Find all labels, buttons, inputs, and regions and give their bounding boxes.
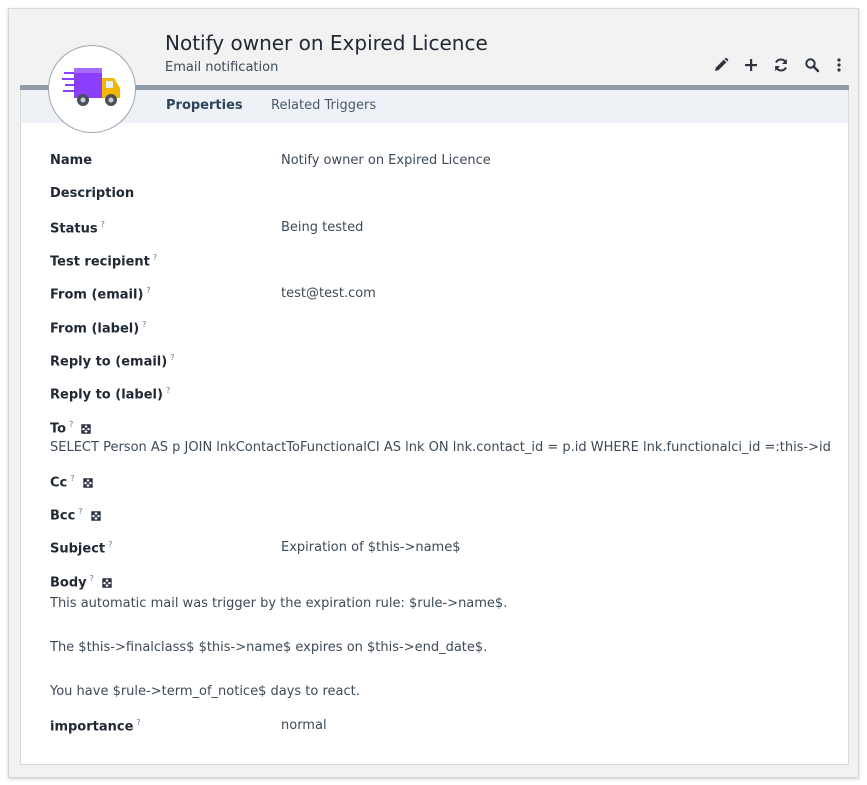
- expand-icon[interactable]: [102, 578, 112, 588]
- plus-icon[interactable]: [742, 56, 760, 74]
- tab-related-triggers[interactable]: Related Triggers: [271, 98, 376, 113]
- field-label: Reply to (label): [50, 387, 163, 403]
- field-label: Test recipient: [50, 254, 150, 270]
- field-cc: Cc?: [50, 474, 93, 490]
- field-subject: Subject?: [50, 540, 112, 556]
- search-icon[interactable]: [803, 56, 821, 74]
- expand-icon[interactable]: [82, 478, 93, 488]
- field-status: Status?: [50, 220, 105, 236]
- help-icon[interactable]: ?: [70, 474, 74, 483]
- field-subject-value: Expiration of $this->name$: [281, 540, 461, 555]
- field-to: To?: [50, 420, 92, 437]
- field-body: Body?: [50, 574, 112, 590]
- edit-icon[interactable]: [712, 56, 730, 74]
- field-label: From (email): [50, 287, 144, 303]
- field-label: Reply to (email): [50, 354, 168, 370]
- field-name: Name: [50, 153, 92, 168]
- field-importance: importance?: [50, 718, 141, 734]
- refresh-icon[interactable]: [772, 56, 790, 74]
- expand-icon[interactable]: [91, 511, 101, 521]
- field-from-label: From (label)?: [50, 320, 146, 336]
- help-icon[interactable]: ?: [136, 718, 140, 727]
- field-label: Body: [50, 575, 87, 591]
- help-icon[interactable]: ?: [146, 286, 150, 295]
- body-line: You have $rule->term_of_notice$ days to …: [50, 684, 360, 699]
- body-line: This automatic mail was trigger by the e…: [50, 596, 508, 611]
- field-test-recipient: Test recipient?: [50, 253, 157, 269]
- field-label: Bcc: [50, 508, 76, 524]
- page-title: Notify owner on Expired Licence: [165, 31, 488, 55]
- field-label: Name: [50, 153, 93, 168]
- tab-bar: Properties Related Triggers: [21, 90, 848, 123]
- field-importance-value: normal: [281, 718, 327, 733]
- expand-icon[interactable]: [81, 424, 92, 434]
- field-label: To: [50, 421, 67, 437]
- field-bcc: Bcc?: [50, 507, 101, 523]
- field-from-email: From (email)?: [50, 286, 151, 302]
- help-icon[interactable]: ?: [101, 220, 105, 229]
- help-icon[interactable]: ?: [166, 386, 170, 395]
- body-line: The $this->finalclass$ $this->name$ expi…: [50, 640, 488, 655]
- object-avatar: [48, 45, 136, 133]
- tab-properties[interactable]: Properties: [166, 98, 243, 113]
- field-label: Subject: [50, 541, 106, 557]
- help-icon[interactable]: ?: [78, 507, 82, 516]
- field-from-email-value: test@test.com: [281, 286, 376, 301]
- field-label: importance: [50, 719, 134, 735]
- field-label: From (label): [50, 321, 140, 337]
- help-icon[interactable]: ?: [142, 320, 146, 329]
- field-name-value: Notify owner on Expired Licence: [281, 153, 491, 168]
- help-icon[interactable]: ?: [153, 253, 157, 262]
- field-label: Status: [50, 221, 98, 237]
- help-icon[interactable]: ?: [69, 420, 73, 429]
- field-description: Description: [50, 186, 134, 201]
- field-to-value: SELECT Person AS p JOIN lnkContactToFunc…: [50, 440, 831, 455]
- help-icon[interactable]: ?: [170, 353, 174, 362]
- more-icon[interactable]: [830, 56, 848, 74]
- help-icon[interactable]: ?: [108, 540, 112, 549]
- field-status-value: Being tested: [281, 220, 364, 235]
- help-icon[interactable]: ?: [90, 574, 94, 583]
- field-reply-email: Reply to (email)?: [50, 353, 174, 369]
- field-label: Description: [50, 186, 135, 201]
- field-label: Cc: [50, 475, 68, 491]
- details-card: [20, 85, 849, 765]
- page-subtitle: Email notification: [165, 60, 279, 75]
- field-reply-label: Reply to (label)?: [50, 386, 170, 402]
- truck-icon: [62, 68, 120, 106]
